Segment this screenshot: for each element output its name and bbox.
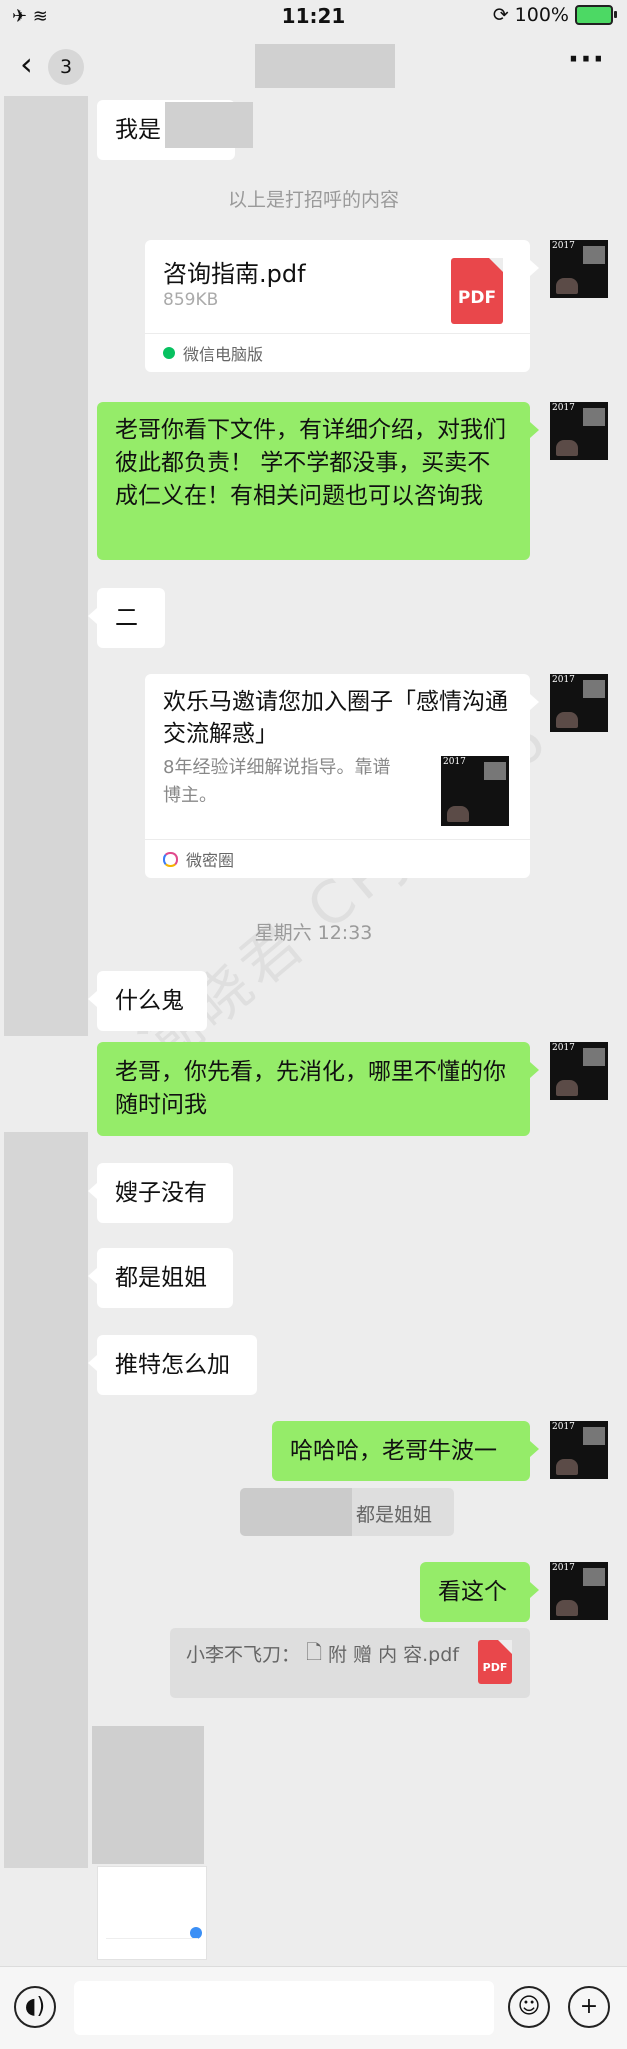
message-sent[interactable]: 老哥你看下文件，有详细介绍，对我们彼此都负责！ 学不学都没事，买卖不成仁义在！有… (97, 402, 539, 560)
chevron-left-icon[interactable]: ‹ (20, 46, 33, 82)
avatar-year: 2017 (552, 241, 575, 251)
redacted-chat-title (255, 44, 395, 88)
redacted-quote-name (240, 1488, 352, 1536)
message-sent[interactable]: 看这个 (420, 1562, 539, 1622)
invite-source: 微密圈 (145, 839, 530, 878)
avatar-year: 2017 (552, 1563, 575, 1573)
redacted-avatar-strip (4, 1132, 88, 1868)
input-bar: ◖) ☺ + (0, 1966, 627, 2049)
avatar-year: 2017 (552, 675, 575, 685)
message-text: 看这个 (438, 1578, 507, 1605)
avatar-year: 2017 (552, 1043, 575, 1053)
timestamp: 星期六 12:33 (254, 922, 373, 944)
voice-icon[interactable]: ◖) (14, 1986, 56, 2028)
invite-desc: 8年经验详细解说指导。靠谱博主。 (163, 757, 391, 806)
file-message-card[interactable]: 咨询指南.pdf 859KB PDF 微信电脑版 (145, 240, 539, 372)
redacted-avatar-strip (4, 96, 88, 1036)
chat-header: ‹ 3 ··· (0, 34, 627, 96)
message-text: 老哥你看下文件，有详细介绍，对我们彼此都负责！ 学不学都没事，买卖不成仁义在！有… (115, 417, 506, 509)
quoted-message[interactable]: 都是姐姐 (240, 1488, 454, 1536)
redacted-name (165, 102, 253, 148)
screenshot-thumbnail[interactable] (97, 1866, 207, 1960)
message-received[interactable]: 二 (88, 588, 165, 648)
self-avatar[interactable]: 2017 (550, 240, 608, 298)
file-source-label: 微信电脑版 (183, 345, 264, 364)
invite-thumbnail: 2017 (441, 756, 509, 826)
document-icon: 🗋 (306, 1640, 323, 1664)
quote-sender: 小李不飞刀： (186, 1644, 301, 1666)
self-avatar[interactable]: 2017 (550, 1421, 608, 1479)
message-text: 老哥，你先看，先消化，哪里不懂的你随时问我 (115, 1059, 506, 1118)
redacted-image (92, 1726, 204, 1864)
status-right: ⟳ 100% (492, 4, 617, 26)
message-text: 二 (115, 604, 138, 631)
self-avatar[interactable]: 2017 (550, 1562, 608, 1620)
message-sent[interactable]: 哈哈哈，老哥牛波一 (272, 1421, 539, 1481)
system-notice: 以上是打招呼的内容 (227, 189, 399, 211)
emoji-icon[interactable]: ☺ (508, 1986, 550, 2028)
battery-icon (575, 5, 617, 25)
pdf-file-icon: PDF (451, 258, 503, 324)
file-size: 859KB (163, 290, 219, 310)
lock-rotation-icon: ⟳ (492, 4, 509, 26)
thumb-tabbar (106, 1938, 198, 1953)
self-avatar[interactable]: 2017 (550, 402, 608, 460)
file-name: 咨询指南.pdf (163, 260, 306, 288)
message-received[interactable]: 推特怎么加 (88, 1335, 257, 1395)
weimiquan-icon (163, 851, 178, 867)
message-input[interactable] (74, 1981, 494, 2035)
message-received[interactable]: 都是姐姐 (88, 1248, 233, 1308)
message-text: 嫂子没有 (115, 1179, 207, 1206)
message-text: 我是 (115, 116, 161, 143)
self-avatar[interactable]: 2017 (550, 1042, 608, 1100)
invite-card[interactable]: 欢乐马邀请您加入圈子「感情沟通交流解惑」 8年经验详细解说指导。靠谱博主。 20… (145, 674, 539, 878)
battery-percent: 100% (514, 4, 569, 26)
message-received[interactable]: 什么鬼 (88, 971, 207, 1031)
file-source: 微信电脑版 (145, 333, 530, 372)
avatar-year: 2017 (552, 403, 575, 413)
quote-text: 都是姐姐 (356, 1504, 433, 1526)
avatar-year: 2017 (443, 757, 466, 767)
message-text: 都是姐姐 (115, 1264, 207, 1291)
self-avatar[interactable]: 2017 (550, 674, 608, 732)
invite-source-label: 微密圈 (186, 851, 235, 870)
quoted-file-message[interactable]: 小李不飞刀： 🗋 附 赠 内 容.pdf PDF (170, 1628, 530, 1698)
message-received[interactable]: 嫂子没有 (88, 1163, 233, 1223)
unread-count-badge[interactable]: 3 (48, 49, 84, 85)
message-text: 推特怎么加 (115, 1351, 230, 1378)
avatar-year: 2017 (552, 1422, 575, 1432)
wechat-pc-icon (163, 347, 175, 359)
status-bar: ✈ ≋ 11:21 ⟳ 100% (0, 0, 627, 34)
message-text: 什么鬼 (115, 987, 184, 1014)
pdf-file-icon: PDF (478, 1640, 512, 1684)
quote-file-name: 附 赠 内 容.pdf (328, 1644, 459, 1666)
message-sent[interactable]: 老哥，你先看，先消化，哪里不懂的你随时问我 (97, 1042, 539, 1136)
message-text: 哈哈哈，老哥牛波一 (290, 1437, 497, 1464)
plus-icon[interactable]: + (568, 1986, 610, 2028)
invite-title: 欢乐马邀请您加入圈子「感情沟通交流解惑」 (163, 689, 508, 747)
more-icon[interactable]: ··· (568, 42, 605, 77)
